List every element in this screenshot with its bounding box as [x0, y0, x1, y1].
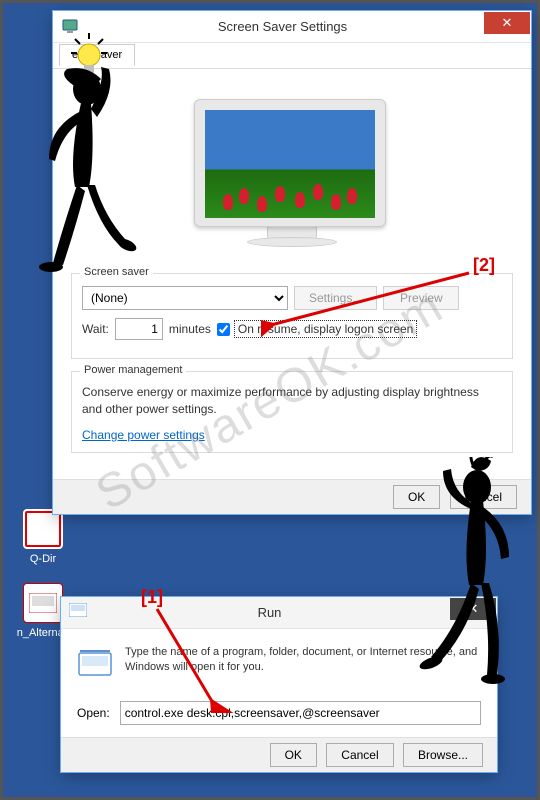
- ok-button[interactable]: OK: [270, 743, 317, 767]
- resume-checkbox-wrap[interactable]: On resume, display logon screen: [217, 320, 417, 338]
- resume-checkbox-label: On resume, display logon screen: [234, 320, 417, 338]
- dialog-buttons: OK Cancel Browse...: [61, 737, 497, 772]
- wait-label: Wait:: [82, 322, 109, 336]
- open-label: Open:: [77, 706, 110, 720]
- tab-strip: een Saver: [53, 43, 531, 69]
- cancel-button[interactable]: Cancel: [450, 485, 517, 509]
- close-icon: ✕: [502, 15, 513, 31]
- power-group: Power management Conserve energy or maxi…: [71, 371, 513, 453]
- qdir-icon: [23, 509, 63, 549]
- group-label: Screen saver: [80, 266, 153, 278]
- annotation-label-2: [2]: [473, 255, 495, 276]
- open-input[interactable]: [120, 701, 481, 725]
- run-app-icon: [23, 583, 63, 623]
- ok-button[interactable]: OK: [393, 485, 440, 509]
- screensaver-preview: [71, 79, 513, 273]
- titlebar[interactable]: Screen Saver Settings ✕: [53, 11, 531, 43]
- run-instruction: Type the name of a program, folder, docu…: [125, 645, 481, 681]
- screensaver-settings-window: Screen Saver Settings ✕ een Saver: [53, 11, 531, 514]
- lightbulb-icon: [71, 33, 101, 73]
- desktop-icon-qdir[interactable]: Q-Dir: [13, 509, 73, 565]
- close-icon: ✕: [468, 601, 479, 617]
- change-power-settings-link[interactable]: Change power settings: [82, 428, 205, 442]
- close-button[interactable]: ✕: [484, 12, 530, 34]
- desktop-icon-label: Q-Dir: [13, 553, 73, 565]
- power-group-label: Power management: [80, 364, 186, 376]
- browse-button[interactable]: Browse...: [403, 743, 483, 767]
- dialog-buttons: OK Cancel: [53, 479, 531, 514]
- settings-button[interactable]: Settings...: [294, 286, 377, 310]
- close-button[interactable]: ✕: [450, 598, 496, 620]
- run-icon: [77, 645, 113, 681]
- run-dialog-window: Run ✕ Type the name of a program, folder…: [61, 597, 497, 772]
- run-dialog-icon: [69, 603, 89, 623]
- preview-button[interactable]: Preview: [383, 286, 459, 310]
- titlebar[interactable]: Run ✕: [61, 597, 497, 629]
- screensaver-select[interactable]: (None): [82, 286, 288, 310]
- cancel-button[interactable]: Cancel: [326, 743, 393, 767]
- screensaver-group: Screen saver (None) Settings... Preview …: [71, 273, 513, 359]
- resume-checkbox[interactable]: [217, 323, 230, 336]
- wait-input[interactable]: [115, 318, 163, 340]
- window-title: Screen Saver Settings: [81, 19, 484, 34]
- power-description: Conserve energy or maximize performance …: [82, 384, 502, 418]
- annotation-label-1: [1]: [141, 587, 163, 608]
- wait-unit: minutes: [169, 322, 211, 336]
